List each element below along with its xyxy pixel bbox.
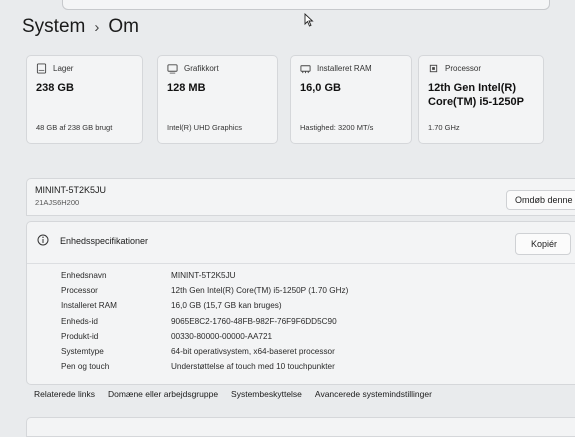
card-subtext: Hastighed: 3200 MT/s	[300, 123, 374, 132]
table-row: Installeret RAM 16,0 GB (15,7 GB kan brug…	[61, 298, 348, 313]
card-subtext: 1.70 GHz	[428, 123, 460, 132]
card-label: Installeret RAM	[317, 64, 372, 73]
ram-icon	[300, 65, 311, 74]
divider	[27, 263, 575, 264]
spec-key: Processor	[61, 286, 98, 296]
spec-value: 12th Gen Intel(R) Core(TM) i5-1250P (1.7…	[171, 286, 349, 296]
spec-key: Produkt-id	[61, 331, 99, 341]
link-advanced-system-settings[interactable]: Avancerede systemindstillinger	[315, 389, 432, 399]
storage-icon	[36, 63, 47, 74]
card-label: Processor	[445, 64, 482, 73]
spec-key: Pen og touch	[61, 362, 110, 372]
card-value-line: 12th Gen Intel(R)	[428, 82, 517, 94]
card-value: 12th Gen Intel(R) Core(TM) i5-1250P	[428, 81, 534, 109]
spec-key: Enheds-id	[61, 316, 98, 326]
link-domain-workgroup[interactable]: Domæne eller arbejdsgruppe	[108, 389, 218, 399]
info-icon	[37, 234, 49, 246]
link-system-protection[interactable]: Systembeskyttelse	[231, 389, 302, 399]
table-row: Processor 12th Gen Intel(R) Core(TM) i5-1…	[61, 283, 348, 298]
processor-icon	[429, 64, 438, 73]
device-name: MININT-5T2K5JU	[35, 185, 107, 195]
spec-key: Installeret RAM	[61, 301, 117, 311]
related-links-label: Relaterede links	[34, 389, 95, 399]
table-row: Enheds-id 9065E8C2-1760-48FB-982F-76F9F6D…	[61, 314, 348, 329]
card-subtext: Intel(R) UHD Graphics	[167, 123, 243, 132]
card-processor[interactable]: Processor 12th Gen Intel(R) Core(TM) i5-…	[418, 55, 544, 144]
card-label: Lager	[53, 64, 74, 73]
breadcrumb-separator: ›	[94, 18, 100, 36]
card-graphics[interactable]: Grafikkort 128 MB Intel(R) UHD Graphics	[157, 55, 278, 144]
card-value: 238 GB	[36, 82, 74, 94]
breadcrumb-parent[interactable]: System	[22, 16, 85, 38]
bottom-card	[26, 417, 575, 437]
spec-value: MININT-5T2K5JU	[171, 271, 236, 281]
spec-key: Enhedsnavn	[61, 271, 107, 281]
spec-value: 16,0 GB (15,7 GB kan bruges)	[171, 301, 282, 311]
card-value: 128 MB	[167, 82, 206, 94]
page-title: Om	[108, 16, 139, 37]
top-popup-edge	[62, 0, 550, 10]
device-specs-panel: Enhedsspecifikationer Kopiér Enhedsnavn M…	[26, 221, 575, 385]
breadcrumb: System › Om	[22, 16, 139, 38]
card-value: 16,0 GB	[300, 82, 341, 94]
device-name-bar: MININT-5T2K5JU 21AJS6H200 Omdøb denne p	[26, 178, 575, 216]
copy-button[interactable]: Kopiér	[515, 233, 571, 255]
card-storage[interactable]: Lager 238 GB 48 GB af 238 GB brugt	[26, 55, 143, 144]
table-row: Systemtype 64-bit operativsystem, x64-bas…	[61, 344, 348, 359]
spec-value: 00330-80000-00000-AA721	[171, 331, 273, 341]
spec-key: Systemtype	[61, 347, 104, 357]
table-row: Pen og touch Understøttelse af touch med …	[61, 359, 348, 374]
spec-value: 9065E8C2-1760-48FB-982F-76F9F6DD5C90	[171, 316, 337, 326]
card-subtext: 48 GB af 238 GB brugt	[36, 123, 113, 132]
card-ram[interactable]: Installeret RAM 16,0 GB Hastighed: 3200 …	[290, 55, 412, 144]
rename-button[interactable]: Omdøb denne p	[506, 190, 575, 210]
graphics-card-icon	[167, 64, 178, 74]
specs-title: Enhedsspecifikationer	[60, 236, 149, 246]
table-row: Enhedsnavn MININT-5T2K5JU	[61, 268, 348, 283]
table-row: Produkt-id 00330-80000-00000-AA721	[61, 329, 348, 344]
related-links: Relaterede links Domæne eller arbejdsgru…	[34, 389, 445, 399]
card-value-line: Core(TM) i5-1250P	[428, 96, 524, 108]
spec-value: 64-bit operativsystem, x64-baseret proce…	[171, 347, 335, 357]
device-model: 21AJS6H200	[35, 198, 80, 207]
spec-value: Understøttelse af touch med 10 touchpunk…	[171, 362, 335, 372]
specs-table: Enhedsnavn MININT-5T2K5JU Processor 12th G…	[61, 268, 348, 374]
mouse-cursor-icon	[304, 13, 314, 27]
card-label: Grafikkort	[184, 64, 219, 73]
